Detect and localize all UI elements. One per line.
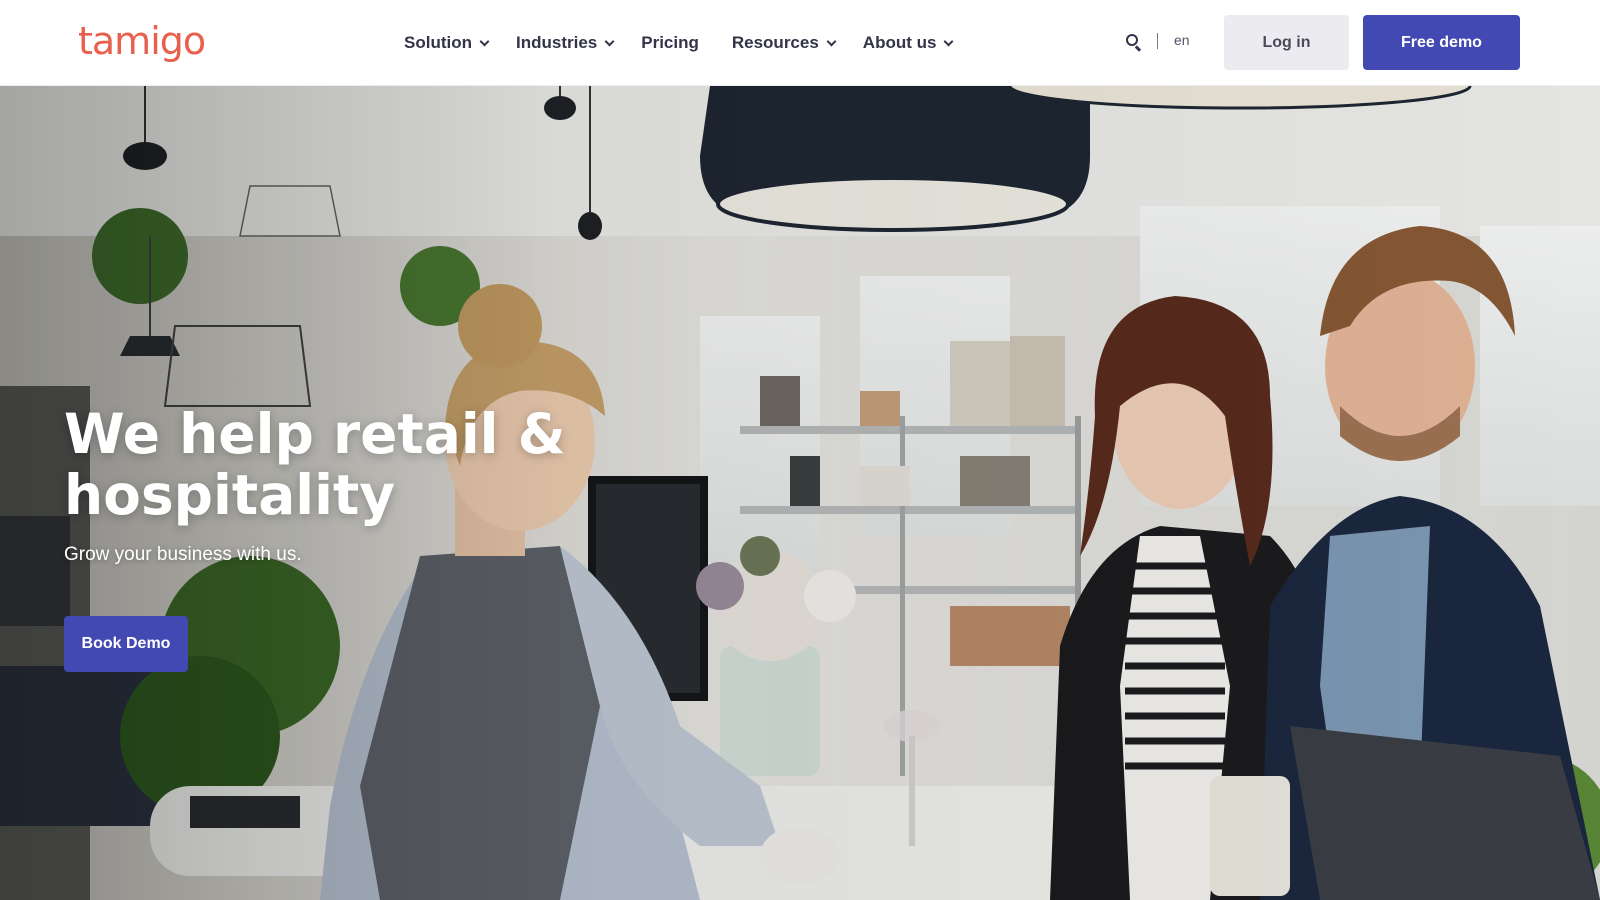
- chevron-down-icon: [826, 36, 837, 46]
- nav-item-label: Pricing: [641, 33, 699, 52]
- hero-section: We help retail & hospitality Grow your b…: [0, 86, 1600, 900]
- free-demo-button[interactable]: Free demo: [1363, 15, 1520, 70]
- site-header: tamigo Solution Industries Pricing Resou…: [0, 0, 1600, 86]
- tamigo-logo[interactable]: tamigo: [78, 18, 206, 64]
- book-demo-button[interactable]: Book Demo: [64, 616, 188, 672]
- nav-item-label: About us: [862, 33, 937, 52]
- hero-heading: We help retail & hospitality: [64, 402, 566, 527]
- nav-item-industries[interactable]: Industries: [515, 0, 615, 86]
- hero-subheading: Grow your business with us.: [64, 544, 302, 565]
- language-selector[interactable]: en: [1174, 32, 1190, 48]
- nav-item-label: Resources: [731, 33, 819, 52]
- search-icon[interactable]: [1126, 34, 1144, 52]
- nav-item-pricing[interactable]: Pricing: [641, 0, 699, 86]
- header-divider: [1157, 33, 1158, 49]
- nav-item-resources[interactable]: Resources: [731, 0, 837, 86]
- chevron-down-icon: [944, 36, 954, 46]
- chevron-down-icon: [479, 36, 490, 46]
- nav-item-label: Solution: [404, 33, 472, 52]
- nav-item-solution[interactable]: Solution: [404, 0, 490, 86]
- login-button[interactable]: Log in: [1224, 15, 1349, 70]
- nav-item-about-us[interactable]: About us: [862, 0, 954, 86]
- nav-item-label: Industries: [515, 33, 598, 52]
- chevron-down-icon: [604, 36, 615, 46]
- main-nav: Solution Industries Pricing Resources Ab…: [404, 0, 980, 86]
